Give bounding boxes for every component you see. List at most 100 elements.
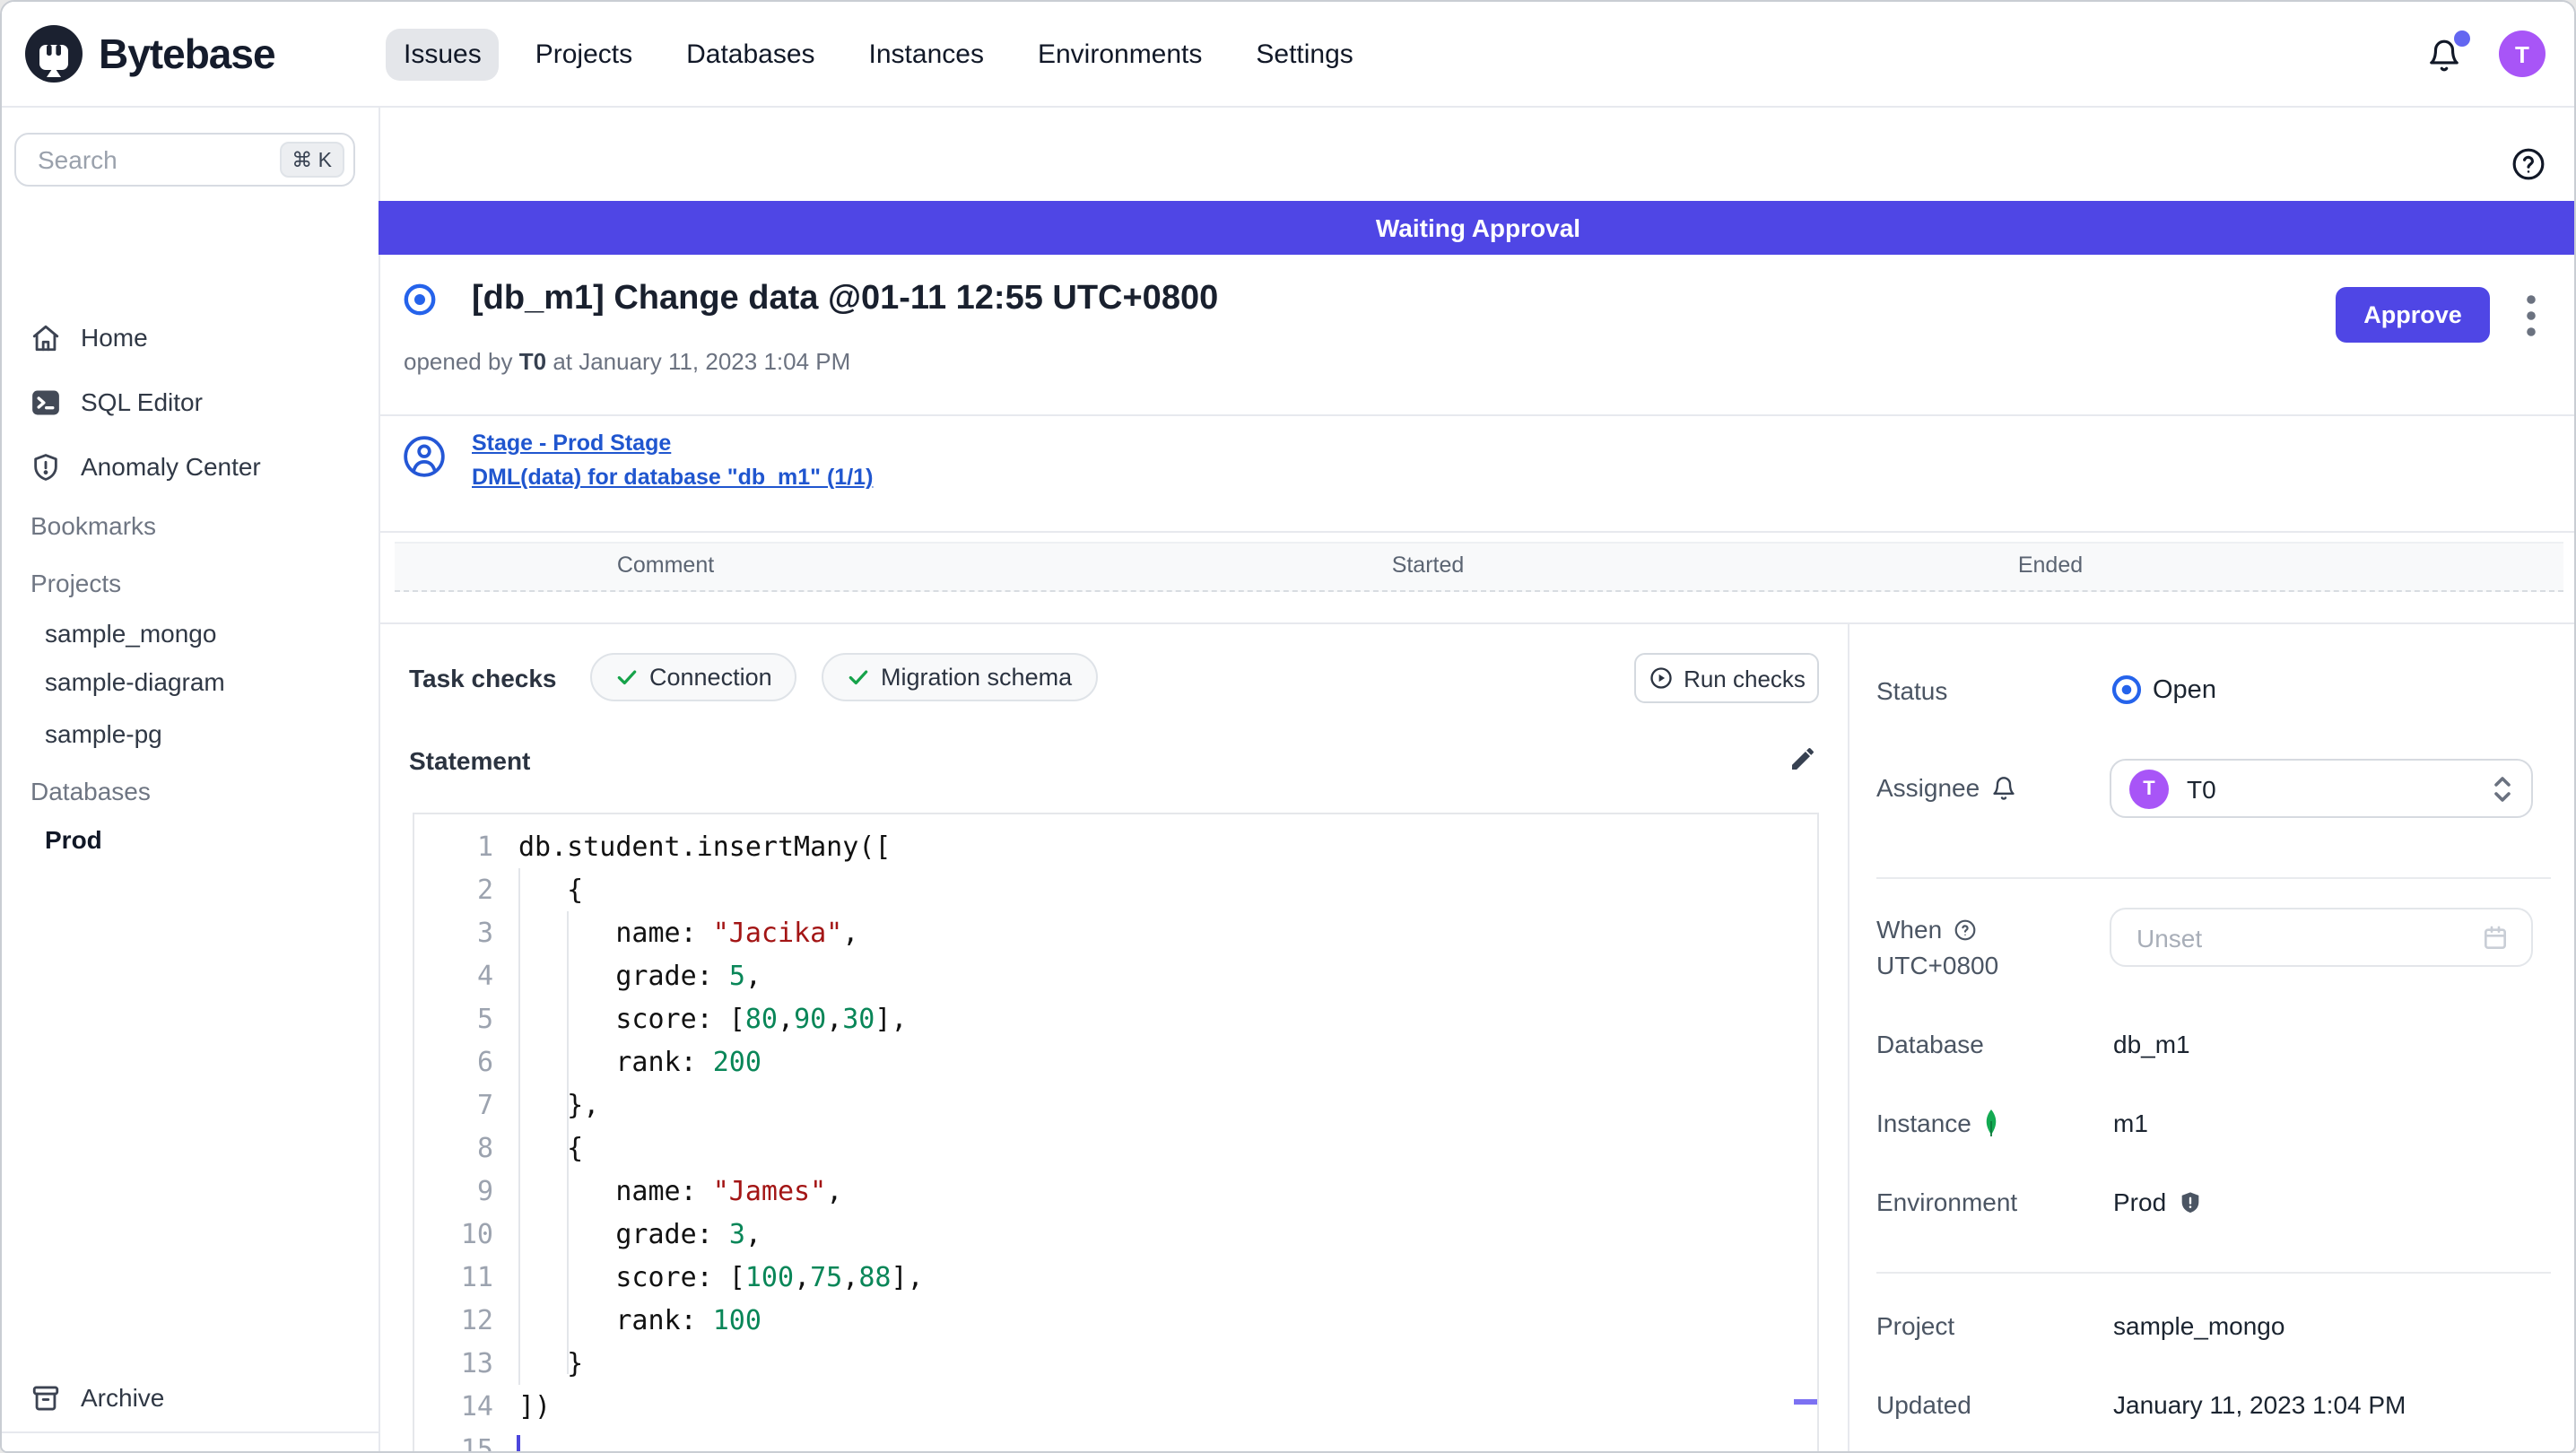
opened-by-text: opened by [404, 348, 513, 375]
sidebar-item-home[interactable]: Home [2, 312, 379, 362]
check-icon [615, 666, 639, 689]
when-datetime-input[interactable] [2110, 908, 2533, 967]
edit-pencil-icon[interactable] [1788, 744, 1817, 773]
line-content: grade: 3, [518, 1218, 761, 1250]
line-number: 1 [476, 831, 493, 863]
sidebar-item-label: SQL Editor [81, 387, 203, 416]
line-number: 7 [476, 1089, 493, 1121]
app-window: Bytebase Issues Projects Databases Insta… [0, 0, 2576, 1453]
details-divider [1876, 1272, 2551, 1274]
line-number: 9 [476, 1175, 493, 1207]
line-number: 13 [460, 1347, 493, 1379]
stage-link[interactable]: Stage - Prod Stage [472, 431, 671, 456]
line-content: }, [518, 1089, 600, 1121]
project-value[interactable]: sample_mongo [2113, 1311, 2284, 1340]
code-line[interactable]: 9 name: "James", [414, 1170, 1817, 1213]
assignee-select[interactable]: T T0 [2110, 759, 2533, 818]
check-pill-connection[interactable]: Connection [590, 653, 797, 701]
sidebar-project-sample-mongo[interactable]: sample_mongo [45, 619, 216, 648]
updated-value: January 11, 2023 1:04 PM [2113, 1390, 2406, 1419]
sidebar-item-label: Home [81, 323, 148, 352]
nav-item-issues[interactable]: Issues [386, 28, 500, 80]
environment-value[interactable]: Prod [2113, 1188, 2202, 1216]
line-content: name: "Jacika", [518, 917, 859, 949]
issue-opener[interactable]: T0 [519, 348, 546, 375]
shield-alert-icon [30, 451, 61, 482]
code-line[interactable]: 6 rank: 200 [414, 1040, 1817, 1083]
question-circle-icon [1953, 918, 1976, 941]
status-label: Status [1876, 676, 1948, 705]
instance-label: Instance [1876, 1109, 2000, 1137]
run-checks-button[interactable]: Run checks [1634, 653, 1819, 703]
line-content: { [518, 1132, 584, 1164]
code-line[interactable]: 10 grade: 3, [414, 1213, 1817, 1256]
line-content: ]) [518, 1390, 552, 1423]
code-line[interactable]: 11 score: [100,75,88], [414, 1256, 1817, 1299]
code-line[interactable]: 1 db.student.insertMany([ [414, 825, 1817, 868]
line-content: { [518, 874, 584, 906]
issue-title: [db_m1] Change data @01-11 12:55 UTC+080… [472, 280, 1219, 318]
code-line[interactable]: 8 { [414, 1127, 1817, 1170]
header-divider [379, 414, 2574, 416]
check-icon [847, 666, 870, 689]
code-line[interactable]: 7 }, [414, 1083, 1817, 1127]
stage-divider [379, 531, 2574, 533]
code-line[interactable]: 14]) [414, 1385, 1817, 1428]
code-line[interactable]: 15 [414, 1428, 1817, 1453]
nav-item-projects[interactable]: Projects [518, 28, 650, 80]
help-icon[interactable] [2511, 147, 2546, 181]
code-line[interactable]: 12 rank: 100 [414, 1299, 1817, 1342]
chevron-up-down-icon [2492, 774, 2513, 803]
code-line[interactable]: 3 name: "Jacika", [414, 911, 1817, 954]
check-pill-label: Migration schema [881, 664, 1073, 691]
database-value[interactable]: db_m1 [2113, 1030, 2190, 1058]
bell-outline-icon [1990, 774, 2015, 801]
sidebar-footer-divider [2, 1431, 379, 1433]
sidebar-project-sample-pg[interactable]: sample-pg [45, 719, 162, 748]
when-input-field[interactable] [2133, 921, 2467, 953]
sidebar-item-archive[interactable]: Archive [2, 1372, 379, 1423]
nav-item-settings[interactable]: Settings [1238, 28, 1371, 80]
screen: Bytebase Issues Projects Databases Insta… [0, 0, 2576, 1453]
assignee-label: Assignee [1876, 773, 2015, 802]
nav-item-environments[interactable]: Environments [1020, 28, 1220, 80]
opened-at-text: at January 11, 2023 1:04 PM [553, 348, 851, 375]
line-content: score: [80,90,30], [518, 1003, 908, 1035]
code-line[interactable]: 13 } [414, 1342, 1817, 1385]
statement-code-editor[interactable]: 1 db.student.insertMany([2 {3 name: "Jaci… [413, 813, 1819, 1453]
assignee-name: T0 [2187, 774, 2216, 803]
sidebar: ⌘ K Home SQL Editor [2, 106, 380, 1451]
instance-value[interactable]: m1 [2113, 1109, 2148, 1137]
bytebase-logo[interactable]: Bytebase [23, 22, 276, 86]
line-number: 5 [476, 1003, 493, 1035]
column-header-started: Started [1391, 552, 1465, 578]
approve-button[interactable]: Approve [2336, 287, 2490, 343]
main-menu: Issues Projects Databases Instances Envi… [386, 2, 1371, 106]
sidebar-item-anomaly-center[interactable]: Anomaly Center [2, 441, 379, 492]
brand-wordmark: Bytebase [99, 30, 276, 76]
nav-item-databases[interactable]: Databases [668, 28, 832, 80]
nav-item-instances[interactable]: Instances [851, 28, 1002, 80]
task-checks-label: Task checks [409, 664, 557, 692]
more-actions-kebab-icon[interactable] [2515, 289, 2547, 343]
line-number: 10 [460, 1218, 493, 1250]
code-line[interactable]: 5 score: [80,90,30], [414, 997, 1817, 1040]
project-label: Project [1876, 1311, 1955, 1340]
task-link[interactable]: DML(data) for database "db_m1" (1/1) [472, 465, 873, 490]
code-line[interactable]: 4 grade: 5, [414, 954, 1817, 997]
sidebar-project-sample-diagram[interactable]: sample-diagram [45, 667, 225, 696]
sidebar-database-prod[interactable]: Prod [45, 825, 102, 854]
check-pill-migration-schema[interactable]: Migration schema [822, 653, 1098, 701]
line-number: 15 [460, 1433, 493, 1453]
line-content: db.student.insertMany([ [518, 831, 892, 863]
user-avatar[interactable]: T [2499, 30, 2546, 77]
sidebar-section-projects: Projects [30, 569, 122, 597]
notification-bell-button[interactable] [2427, 30, 2470, 77]
search-box[interactable]: ⌘ K [14, 133, 355, 187]
sidebar-item-sql-editor[interactable]: SQL Editor [2, 377, 379, 427]
line-number: 3 [476, 917, 493, 949]
calendar-icon [2481, 923, 2510, 952]
search-input[interactable] [34, 144, 280, 176]
code-line[interactable]: 2 { [414, 868, 1817, 911]
issue-subtitle: opened by T0 at January 11, 2023 1:04 PM [404, 348, 850, 375]
